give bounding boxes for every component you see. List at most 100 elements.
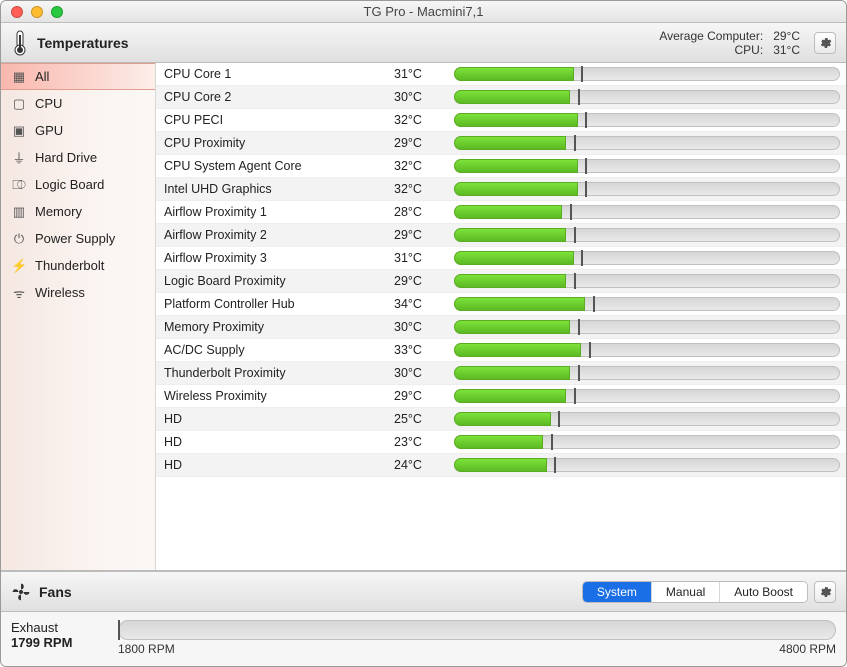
wifi-icon: ᯤ xyxy=(11,284,27,302)
sensor-name: Airflow Proximity 1 xyxy=(164,205,394,219)
sensor-row[interactable]: CPU Core 230°C xyxy=(156,86,846,109)
sidebar-item-logic[interactable]: ⎄Logic Board xyxy=(1,171,155,198)
fan-min-rpm: 1800 RPM xyxy=(118,642,175,656)
sensor-row[interactable]: Platform Controller Hub34°C xyxy=(156,293,846,316)
fan-mode-auto_boost-button[interactable]: Auto Boost xyxy=(719,582,807,602)
sensor-list[interactable]: CPU Core 131°CCPU Core 230°CCPU PECI32°C… xyxy=(156,63,846,570)
fans-header: Fans SystemManualAuto Boost xyxy=(1,572,846,612)
sidebar-item-label: CPU xyxy=(35,96,62,111)
sensor-name: Intel UHD Graphics xyxy=(164,182,394,196)
sidebar-item-all[interactable]: ▦All xyxy=(1,63,155,90)
sensor-value: 25°C xyxy=(394,412,454,426)
fans-body: Exhaust1799 RPM1800 RPM4800 RPM xyxy=(1,612,846,666)
sensor-bar xyxy=(454,159,840,173)
sensor-bar xyxy=(454,136,840,150)
sidebar-item-label: Logic Board xyxy=(35,177,104,192)
sidebar-item-wireless[interactable]: ᯤ Wireless xyxy=(1,279,155,306)
temperatures-settings-button[interactable] xyxy=(814,32,836,54)
sensor-row[interactable]: CPU PECI32°C xyxy=(156,109,846,132)
sidebar-item-gpu[interactable]: ▣GPU xyxy=(1,117,155,144)
sensor-name: CPU Proximity xyxy=(164,136,394,150)
sensor-name: AC/DC Supply xyxy=(164,343,394,357)
sensor-bar xyxy=(454,251,840,265)
sensor-row[interactable]: CPU Core 131°C xyxy=(156,63,846,86)
sensor-row[interactable]: HD25°C xyxy=(156,408,846,431)
sensor-value: 31°C xyxy=(394,67,454,81)
fan-current-rpm: 1799 RPM xyxy=(11,635,106,650)
gear-icon xyxy=(818,585,832,599)
temperatures-body: ▦All ▢ CPU ▣GPU ⏚ Hard Drive ⎄Logic Board▥Memo… xyxy=(1,63,846,571)
sensor-row[interactable]: Logic Board Proximity29°C xyxy=(156,270,846,293)
sidebar-item-thunderbolt[interactable]: ⚡Thunderbolt xyxy=(1,252,155,279)
window-zoom-icon[interactable] xyxy=(51,6,63,18)
gear-icon xyxy=(818,36,832,50)
sensor-value: 29°C xyxy=(394,228,454,242)
sensor-value: 29°C xyxy=(394,274,454,288)
sidebar-item-power[interactable]: ⏻Power Supply xyxy=(1,225,155,252)
power-icon: ⏻ xyxy=(11,231,27,247)
sensor-value: 32°C xyxy=(394,113,454,127)
sensor-row[interactable]: Airflow Proximity 331°C xyxy=(156,247,846,270)
sidebar-item-label: Memory xyxy=(35,204,82,219)
sidebar-item-memory[interactable]: ▥Memory xyxy=(1,198,155,225)
bolt-icon: ⚡ xyxy=(11,258,27,274)
avg-label: Average Computer: xyxy=(659,29,763,43)
window-title: TG Pro - Macmini7,1 xyxy=(1,4,846,19)
sensor-name: CPU Core 1 xyxy=(164,67,394,81)
sensor-row[interactable]: HD23°C xyxy=(156,431,846,454)
sensor-value: 23°C xyxy=(394,435,454,449)
temperatures-header: Temperatures Average Computer: 29°C CPU:… xyxy=(1,23,846,63)
sensor-name: HD xyxy=(164,435,394,449)
fan-bar[interactable] xyxy=(118,620,836,640)
sensor-value: 30°C xyxy=(394,320,454,334)
sensor-value: 24°C xyxy=(394,458,454,472)
sensor-row[interactable]: Wireless Proximity29°C xyxy=(156,385,846,408)
sidebar-item-label: Hard Drive xyxy=(35,150,97,165)
sensor-value: 34°C xyxy=(394,297,454,311)
temperatures-label: Temperatures xyxy=(37,35,129,51)
sensor-value: 30°C xyxy=(394,366,454,380)
sensor-name: CPU Core 2 xyxy=(164,90,394,104)
window-minimize-icon[interactable] xyxy=(31,6,43,18)
sensor-name: CPU System Agent Core xyxy=(164,159,394,173)
sensor-row[interactable]: HD24°C xyxy=(156,454,846,477)
fans-section: Fans SystemManualAuto Boost Exhaust1799 … xyxy=(1,571,846,666)
sensor-bar xyxy=(454,389,840,403)
sidebar-item-hd[interactable]: ⏚ Hard Drive xyxy=(1,144,155,171)
fans-settings-button[interactable] xyxy=(814,581,836,603)
sensor-value: 31°C xyxy=(394,251,454,265)
sensor-value: 29°C xyxy=(394,136,454,150)
sidebar-item-label: GPU xyxy=(35,123,63,138)
chip-icon: ▢ xyxy=(11,96,27,112)
app-window: TG Pro - Macmini7,1 Temperatures Average… xyxy=(0,0,847,667)
sensor-value: 32°C xyxy=(394,182,454,196)
sensor-row[interactable]: Airflow Proximity 128°C xyxy=(156,201,846,224)
summary-stats: Average Computer: 29°C CPU: 31°C xyxy=(659,29,800,57)
sensor-row[interactable]: Thunderbolt Proximity30°C xyxy=(156,362,846,385)
sensor-value: 29°C xyxy=(394,389,454,403)
sensor-value: 33°C xyxy=(394,343,454,357)
fan-max-rpm: 4800 RPM xyxy=(779,642,836,656)
fan-mode-system-button[interactable]: System xyxy=(583,582,651,602)
sensor-bar xyxy=(454,113,840,127)
sensor-bar xyxy=(454,182,840,196)
cpu-value: 31°C xyxy=(773,43,800,57)
sensor-bar xyxy=(454,320,840,334)
sensor-bar xyxy=(454,90,840,104)
sensor-bar xyxy=(454,412,840,426)
sensor-row[interactable]: AC/DC Supply33°C xyxy=(156,339,846,362)
sensor-bar xyxy=(454,274,840,288)
sensor-name: Thunderbolt Proximity xyxy=(164,366,394,380)
sensor-row[interactable]: Airflow Proximity 229°C xyxy=(156,224,846,247)
window-close-icon[interactable] xyxy=(11,6,23,18)
sensor-row[interactable]: CPU System Agent Core32°C xyxy=(156,155,846,178)
sidebar-item-label: Wireless xyxy=(35,285,85,300)
sensor-row[interactable]: Intel UHD Graphics32°C xyxy=(156,178,846,201)
drive-icon: ⏚ xyxy=(11,148,27,167)
sidebar-item-cpu[interactable]: ▢ CPU xyxy=(1,90,155,117)
fan-mode-manual-button[interactable]: Manual xyxy=(651,582,719,602)
sensor-name: CPU PECI xyxy=(164,113,394,127)
sensor-row[interactable]: CPU Proximity29°C xyxy=(156,132,846,155)
sensor-row[interactable]: Memory Proximity30°C xyxy=(156,316,846,339)
sensor-bar xyxy=(454,435,840,449)
